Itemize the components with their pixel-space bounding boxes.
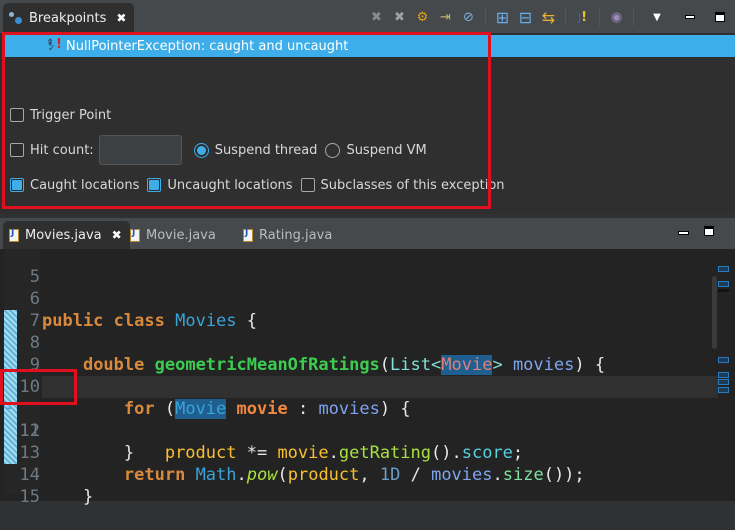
java-file-icon	[243, 228, 253, 242]
trigger-point-row: Trigger Point	[10, 104, 513, 126]
show-supported-breakpoints-icon[interactable]: ⚙	[412, 6, 433, 28]
exception-breakpoint-icon: ⇞ ✓ !	[46, 37, 62, 54]
hit-count-input[interactable]	[98, 135, 182, 165]
vertical-scrollbar[interactable]	[712, 276, 717, 349]
skip-all-breakpoints-icon[interactable]: ⊘	[458, 6, 479, 28]
code-line: 8 double geometricMeanOfRatings(List<Mov…	[0, 310, 718, 375]
overview-ruler-marker[interactable]	[718, 379, 729, 385]
breakpoints-tabbar: Breakpoints ✖ ✖ ✖ ⚙ ⇥ ⊘ ⊞ ⊟ ⇆ J! ◉ ▼	[0, 0, 735, 33]
java-file-icon	[9, 228, 19, 242]
code-line: 15	[0, 464, 718, 507]
java-file-icon	[130, 228, 140, 242]
subclasses-checkbox[interactable]	[300, 178, 315, 192]
maximize-icon[interactable]	[706, 6, 734, 28]
uncaught-locations-label: Uncaught locations	[167, 177, 293, 193]
remove-all-icon[interactable]: ✖	[389, 6, 410, 28]
overview-ruler-marker[interactable]	[718, 357, 729, 363]
view-menu-icon[interactable]: ▼	[640, 6, 674, 28]
trigger-point-checkbox[interactable]	[10, 108, 24, 122]
code-line: 10 for (Movie movie : movies) {	[0, 354, 718, 419]
code-line: 7	[0, 288, 718, 331]
caught-locations-label: Caught locations	[30, 177, 140, 193]
code-line: 14 }	[0, 442, 718, 507]
overview-ruler-marker[interactable]	[718, 281, 729, 287]
hit-count-row: Hit count: Suspend thread Suspend VM	[10, 135, 513, 165]
code-line: 5	[0, 244, 718, 287]
remove-selected-icon[interactable]: ✖	[366, 6, 387, 28]
hit-count-checkbox[interactable]	[10, 143, 24, 157]
breakpoints-list: ⇞ ✓ ! NullPointerException: caught and u…	[4, 35, 735, 57]
tab-breakpoints[interactable]: Breakpoints ✖	[3, 3, 135, 33]
line-number: 15	[19, 487, 40, 507]
breakpoint-item[interactable]: ⇞ ✓ ! NullPointerException: caught and u…	[4, 35, 735, 57]
suspend-vm-label: Suspend VM	[346, 142, 427, 158]
add-java-exception-breakpoint-icon[interactable]: J!	[572, 6, 593, 28]
close-icon[interactable]: ✖	[112, 228, 122, 242]
caught-locations-checkbox[interactable]	[10, 178, 24, 192]
overview-ruler-marker[interactable]	[718, 372, 729, 378]
suspend-thread-label: Suspend thread	[214, 142, 318, 158]
link-with-debug-view-icon[interactable]: ⇆	[538, 6, 559, 28]
tab-label: Rating.java	[259, 227, 333, 243]
group-by-icon[interactable]: ◉	[606, 6, 627, 28]
toolbar-separator	[633, 8, 634, 26]
tab-label: Movies.java	[25, 227, 102, 243]
toolbar-separator	[565, 8, 566, 26]
minimize-icon[interactable]	[678, 231, 689, 235]
code-line: 9 double product = 1;	[0, 332, 718, 397]
breakpoints-view: Breakpoints ✖ ✖ ✖ ⚙ ⇥ ⊘ ⊞ ⊟ ⇆ J! ◉ ▼ ⇞ ✓…	[0, 0, 735, 214]
tab-label: Breakpoints	[29, 10, 107, 26]
minimize-icon[interactable]	[676, 6, 704, 28]
code-area[interactable]: 5 6 public class Movies { 7 8 double geo…	[0, 249, 735, 507]
suspend-vm-radio[interactable]	[325, 142, 341, 158]
suspend-thread-radio[interactable]	[193, 142, 209, 158]
code-line: 12 }	[0, 398, 718, 463]
collapse-all-icon[interactable]: ⊟	[515, 6, 536, 28]
hit-count-label: Hit count:	[30, 142, 94, 158]
java-editor: Movies.java ✖ Movie.java Rating.java 5 6…	[0, 218, 735, 507]
code-line: 6 public class Movies {	[0, 266, 718, 331]
breakpoint-label: NullPointerException: caught and uncaugh…	[66, 38, 349, 54]
breakpoints-toolbar: ✖ ✖ ⚙ ⇥ ⊘ ⊞ ⊟ ⇆ J! ◉ ▼	[365, 3, 735, 31]
overview-ruler-marker[interactable]	[718, 266, 729, 272]
subclasses-label: Subclasses of this exception	[320, 177, 505, 193]
overview-ruler-marker[interactable]	[718, 289, 729, 292]
close-icon[interactable]: ✖	[116, 11, 126, 25]
uncaught-locations-checkbox[interactable]	[147, 178, 162, 192]
trigger-point-label: Trigger Point	[30, 107, 112, 123]
go-to-file-icon[interactable]: ⇥	[435, 6, 456, 28]
breakpoints-view-icon	[9, 12, 23, 24]
toolbar-separator	[485, 8, 486, 26]
code-line: 13 return Math.pow(product, 1D / movies.…	[0, 420, 718, 485]
expand-all-icon[interactable]: ⊞	[492, 6, 513, 28]
code-line: ➡ 11 product *= movie.getRating().score;	[0, 376, 718, 463]
locations-row: Caught locations Uncaught locations Subc…	[10, 174, 513, 196]
toolbar-separator	[599, 8, 600, 26]
tab-label: Movie.java	[146, 227, 216, 243]
overview-ruler-marker[interactable]	[718, 387, 729, 393]
breakpoint-options: Trigger Point Hit count: Suspend thread …	[10, 104, 513, 205]
maximize-icon[interactable]	[704, 226, 714, 236]
